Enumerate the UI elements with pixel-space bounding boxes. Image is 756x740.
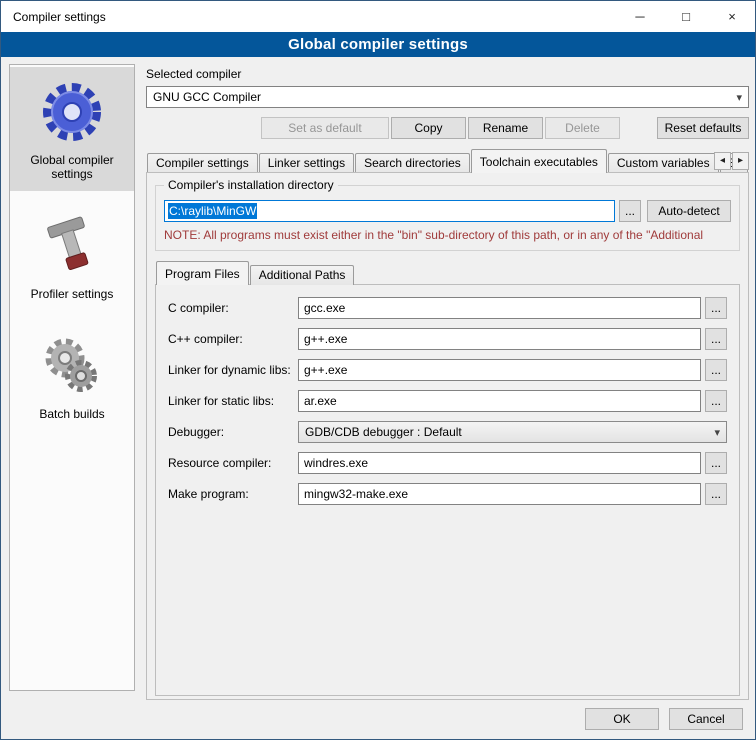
dynamic-linker-input[interactable] (298, 359, 701, 381)
tab-program-files[interactable]: Program Files (156, 261, 249, 285)
settings-tabs: Compiler settings Linker settings Search… (146, 149, 749, 173)
close-icon[interactable]: × (709, 1, 755, 32)
tab-additional-paths[interactable]: Additional Paths (250, 265, 355, 285)
profiler-icon (14, 209, 130, 283)
tab-custom-variables[interactable]: Custom variables (608, 153, 719, 173)
dynamic-linker-row: Linker for dynamic libs: ... (168, 359, 727, 381)
dialog-footer: OK Cancel (575, 708, 743, 730)
tab-linker-settings[interactable]: Linker settings (259, 153, 354, 173)
installation-directory-label: Compiler's installation directory (164, 178, 338, 192)
c-compiler-row: C compiler: ... (168, 297, 727, 319)
debugger-label: Debugger: (168, 425, 298, 439)
chevron-down-icon: ▾ (730, 91, 742, 104)
cpp-compiler-input[interactable] (298, 328, 701, 350)
titlebar: Compiler settings ─ □ × (1, 1, 755, 32)
ok-button[interactable]: OK (585, 708, 659, 730)
installation-directory-input[interactable]: C:\raylib\MinGW (164, 200, 615, 222)
delete-button[interactable]: Delete (545, 117, 620, 139)
tab-scroll-left-icon[interactable]: ◂ (714, 152, 731, 170)
tab-search-directories[interactable]: Search directories (355, 153, 470, 173)
dynamic-linker-browse-button[interactable]: ... (705, 359, 727, 381)
resource-compiler-row: Resource compiler: ... (168, 452, 727, 474)
minimize-icon[interactable]: ─ (617, 1, 663, 32)
main-panel: Selected compiler GNU GCC Compiler ▾ Set… (146, 61, 749, 700)
set-as-default-button[interactable]: Set as default (261, 117, 389, 139)
make-program-browse-button[interactable]: ... (705, 483, 727, 505)
installation-directory-value: C:\raylib\MinGW (168, 203, 257, 219)
compiler-action-buttons: Set as default Copy Rename Delete Reset … (146, 117, 749, 139)
compiler-settings-window: Compiler settings ─ □ × Global compiler … (0, 0, 756, 740)
chevron-down-icon: ▾ (714, 426, 720, 439)
sidebar-item-profiler-settings[interactable]: Profiler settings (10, 201, 134, 311)
selected-compiler-value: GNU GCC Compiler (153, 90, 730, 104)
debugger-select[interactable]: GDB/CDB debugger : Default ▾ (298, 421, 727, 443)
browse-directory-button[interactable]: ... (619, 200, 641, 222)
rename-button[interactable]: Rename (468, 117, 543, 139)
make-program-row: Make program: ... (168, 483, 727, 505)
blue-gear-icon (14, 75, 130, 149)
reset-defaults-button[interactable]: Reset defaults (657, 117, 749, 139)
program-tabs: Program Files Additional Paths (155, 261, 740, 285)
cpp-compiler-row: C++ compiler: ... (168, 328, 727, 350)
cpp-compiler-browse-button[interactable]: ... (705, 328, 727, 350)
resource-compiler-input[interactable] (298, 452, 701, 474)
static-linker-row: Linker for static libs: ... (168, 390, 727, 412)
settings-category-sidebar: Global compiler settings Profiler settin… (9, 64, 135, 691)
debugger-row: Debugger: GDB/CDB debugger : Default ▾ (168, 421, 727, 443)
debugger-value: GDB/CDB debugger : Default (305, 425, 714, 439)
batch-builds-icon (14, 329, 130, 403)
installation-directory-row: C:\raylib\MinGW ... Auto-detect (164, 200, 731, 222)
selected-compiler-select[interactable]: GNU GCC Compiler ▾ (146, 86, 749, 108)
resource-compiler-browse-button[interactable]: ... (705, 452, 727, 474)
program-files-panel: C compiler: ... C++ compiler: ... Linker… (155, 284, 740, 696)
tab-scroll-right-icon[interactable]: ▸ (732, 152, 749, 170)
tab-scroll-arrows: ◂ ▸ (713, 152, 749, 170)
make-program-label: Make program: (168, 487, 298, 501)
window-controls: ─ □ × (617, 1, 755, 32)
dynamic-linker-label: Linker for dynamic libs: (168, 363, 298, 377)
installation-directory-groupbox: Compiler's installation directory C:\ray… (155, 185, 740, 251)
tab-compiler-settings[interactable]: Compiler settings (147, 153, 258, 173)
auto-detect-button[interactable]: Auto-detect (647, 200, 731, 222)
page-title: Global compiler settings (1, 32, 755, 57)
make-program-input[interactable] (298, 483, 701, 505)
selected-compiler-label: Selected compiler (146, 67, 749, 81)
cpp-compiler-label: C++ compiler: (168, 332, 298, 346)
copy-button[interactable]: Copy (391, 117, 466, 139)
window-title: Compiler settings (13, 10, 106, 24)
sidebar-item-label: Global compiler settings (14, 153, 130, 181)
c-compiler-input[interactable] (298, 297, 701, 319)
sidebar-item-label: Batch builds (14, 407, 130, 421)
bin-subdirectory-note: NOTE: All programs must exist either in … (164, 228, 731, 242)
maximize-icon[interactable]: □ (663, 1, 709, 32)
sidebar-item-label: Profiler settings (14, 287, 130, 301)
static-linker-label: Linker for static libs: (168, 394, 298, 408)
toolchain-executables-panel: Compiler's installation directory C:\ray… (146, 172, 749, 700)
c-compiler-browse-button[interactable]: ... (705, 297, 727, 319)
sidebar-item-batch-builds[interactable]: Batch builds (10, 321, 134, 431)
c-compiler-label: C compiler: (168, 301, 298, 315)
sidebar-item-global-compiler-settings[interactable]: Global compiler settings (10, 67, 134, 191)
static-linker-browse-button[interactable]: ... (705, 390, 727, 412)
resource-compiler-label: Resource compiler: (168, 456, 298, 470)
static-linker-input[interactable] (298, 390, 701, 412)
cancel-button[interactable]: Cancel (669, 708, 743, 730)
tab-toolchain-executables[interactable]: Toolchain executables (471, 149, 607, 173)
